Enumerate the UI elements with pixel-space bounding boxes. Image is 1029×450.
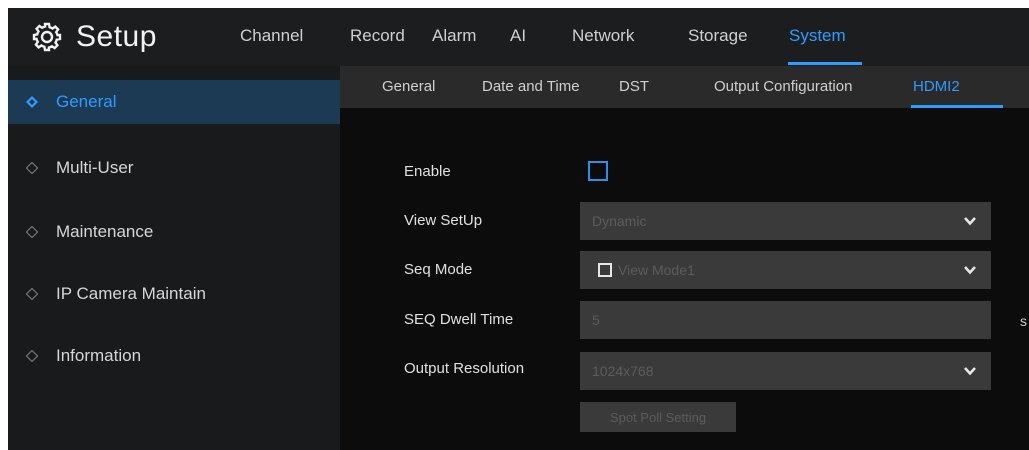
output-resolution-value: 1024x768 bbox=[592, 363, 654, 379]
diamond-icon bbox=[26, 350, 38, 362]
diamond-icon bbox=[26, 96, 38, 108]
view-setup-select[interactable]: Dynamic bbox=[580, 202, 991, 240]
output-resolution-select[interactable]: 1024x768 bbox=[580, 352, 991, 390]
top-navigation-bar: Setup Channel Record Alarm AI Network St… bbox=[8, 8, 1029, 66]
diamond-icon bbox=[26, 162, 38, 174]
enable-checkbox[interactable] bbox=[588, 161, 608, 181]
menu-system[interactable]: System bbox=[789, 26, 846, 46]
tab-dst[interactable]: DST bbox=[619, 78, 649, 95]
brand: Setup bbox=[32, 18, 157, 56]
sidebar-item-label: Maintenance bbox=[56, 222, 154, 241]
app-window: Setup Channel Record Alarm AI Network St… bbox=[8, 8, 1029, 450]
sidebar-item-ip-camera-maintain[interactable]: IP Camera Maintain bbox=[8, 272, 340, 316]
chevron-down-icon bbox=[964, 266, 976, 275]
tab-output-configuration[interactable]: Output Configuration bbox=[714, 78, 852, 95]
seq-dwell-time-label: SEQ Dwell Time bbox=[404, 311, 514, 328]
menu-record[interactable]: Record bbox=[350, 26, 405, 46]
enable-label: Enable bbox=[404, 163, 451, 180]
menu-active-indicator bbox=[788, 62, 862, 65]
view-setup-label: View SetUp bbox=[404, 212, 483, 229]
sidebar-item-maintenance[interactable]: Maintenance bbox=[8, 210, 340, 254]
seq-mode-label: Seq Mode bbox=[404, 261, 473, 278]
menu-network[interactable]: Network bbox=[572, 26, 634, 46]
sidebar: General Multi-User Maintenance IP Camera… bbox=[8, 66, 340, 450]
seq-mode-value: View Mode1 bbox=[618, 262, 695, 278]
menu-channel[interactable]: Channel bbox=[240, 26, 303, 46]
tab-general[interactable]: General bbox=[382, 78, 435, 95]
menu-ai[interactable]: AI bbox=[510, 26, 526, 46]
output-resolution-label: Output Resolution bbox=[404, 360, 525, 377]
menu-storage[interactable]: Storage bbox=[688, 26, 748, 46]
seq-mode-checkbox[interactable] bbox=[598, 263, 612, 277]
seq-dwell-time-value: 5 bbox=[592, 312, 600, 328]
tab-date-and-time[interactable]: Date and Time bbox=[482, 78, 580, 95]
subtab-bar: General Date and Time DST Output Configu… bbox=[340, 66, 1029, 108]
menu-alarm[interactable]: Alarm bbox=[432, 26, 476, 46]
seq-dwell-time-input[interactable]: 5 bbox=[580, 301, 991, 339]
spot-poll-setting-button[interactable]: Spot Poll Setting bbox=[580, 402, 736, 432]
diamond-icon bbox=[26, 226, 38, 238]
sidebar-item-multi-user[interactable]: Multi-User bbox=[8, 146, 340, 190]
sidebar-item-label: Information bbox=[56, 346, 142, 365]
sidebar-item-label: IP Camera Maintain bbox=[56, 284, 206, 303]
chevron-down-icon bbox=[964, 367, 976, 376]
chevron-down-icon bbox=[964, 217, 976, 226]
sidebar-item-label: General bbox=[56, 92, 117, 111]
sidebar-item-label: Multi-User bbox=[56, 158, 134, 177]
sidebar-item-general[interactable]: General bbox=[8, 80, 340, 124]
page-title: Setup bbox=[76, 20, 157, 53]
view-setup-value: Dynamic bbox=[592, 213, 647, 229]
hdmi2-settings-panel: Enable View SetUp Dynamic Seq Mode View … bbox=[340, 108, 1029, 450]
seq-dwell-unit: s bbox=[1020, 313, 1027, 329]
gear-icon bbox=[32, 22, 62, 52]
diamond-icon bbox=[26, 288, 38, 300]
seq-mode-select[interactable]: View Mode1 bbox=[580, 251, 991, 289]
sidebar-item-information[interactable]: Information bbox=[8, 334, 340, 378]
tab-hdmi2[interactable]: HDMI2 bbox=[913, 78, 960, 95]
